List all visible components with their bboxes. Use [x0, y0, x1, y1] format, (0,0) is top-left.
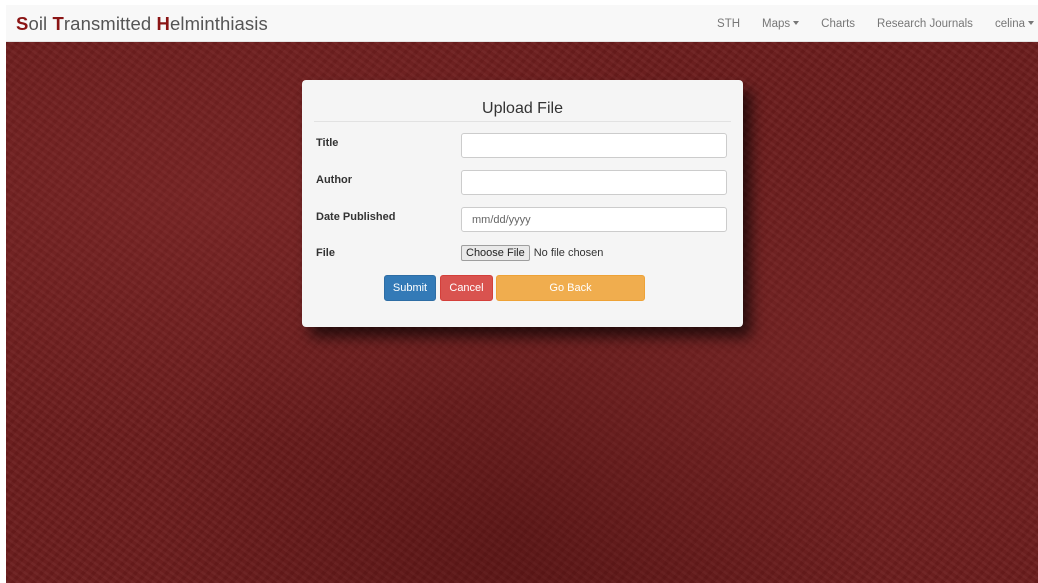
- submit-button[interactable]: Submit: [384, 275, 436, 301]
- nav-dropdown-maps-label: Maps: [762, 17, 791, 30]
- nav-link-charts[interactable]: Charts: [810, 18, 866, 30]
- brand-word-soil: oil: [28, 13, 53, 34]
- file-status-text: No file chosen: [533, 247, 604, 259]
- nav-link-research-journals-label: Research Journals: [877, 17, 973, 30]
- nav-link-sth[interactable]: STH: [706, 18, 751, 30]
- cancel-button-label: Cancel: [449, 282, 484, 294]
- cancel-button[interactable]: Cancel: [440, 275, 493, 301]
- author-input[interactable]: [461, 170, 727, 195]
- file-label: File: [316, 247, 335, 259]
- upload-file-modal: Upload File Title Author Date Published …: [302, 80, 743, 327]
- choose-file-button[interactable]: Choose File: [461, 245, 530, 261]
- go-back-button-label: Go Back: [549, 282, 592, 294]
- date-published-label: Date Published: [316, 211, 396, 223]
- submit-button-label: Submit: [392, 282, 428, 294]
- date-published-input[interactable]: [461, 207, 727, 232]
- file-picker: Choose File No file chosen: [461, 245, 603, 261]
- title-input[interactable]: [461, 133, 727, 158]
- nav-link-sth-label: STH: [717, 17, 741, 30]
- brand-word-transmitted: ransmitted: [63, 13, 157, 34]
- brand-letter-t: T: [52, 13, 64, 34]
- brand-title[interactable]: Soil Transmitted Helminthiasis: [16, 13, 268, 35]
- brand-letter-s: S: [16, 13, 29, 34]
- modal-divider: [314, 121, 731, 122]
- nav-links: STH Maps Charts Research Journals celina: [706, 5, 1038, 42]
- caret-down-icon: [793, 21, 800, 26]
- caret-down-icon: [1028, 21, 1034, 26]
- author-label: Author: [316, 174, 353, 186]
- brand-letter-h: H: [156, 13, 170, 34]
- brand-word-helminthiasis: elminthiasis: [170, 13, 268, 34]
- go-back-button[interactable]: Go Back: [496, 275, 645, 301]
- modal-title: Upload File: [482, 100, 563, 117]
- nav-link-research-journals[interactable]: Research Journals: [866, 18, 984, 30]
- nav-dropdown-user-label: celina: [994, 17, 1025, 30]
- title-label: Title: [316, 137, 339, 149]
- nav-dropdown-maps[interactable]: Maps: [751, 18, 810, 30]
- navbar: Soil Transmitted Helminthiasis STH Maps …: [6, 5, 1038, 42]
- nav-dropdown-user[interactable]: celina: [984, 18, 1038, 30]
- nav-link-charts-label: Charts: [821, 17, 856, 30]
- app-frame: Soil Transmitted Helminthiasis STH Maps …: [6, 5, 1038, 583]
